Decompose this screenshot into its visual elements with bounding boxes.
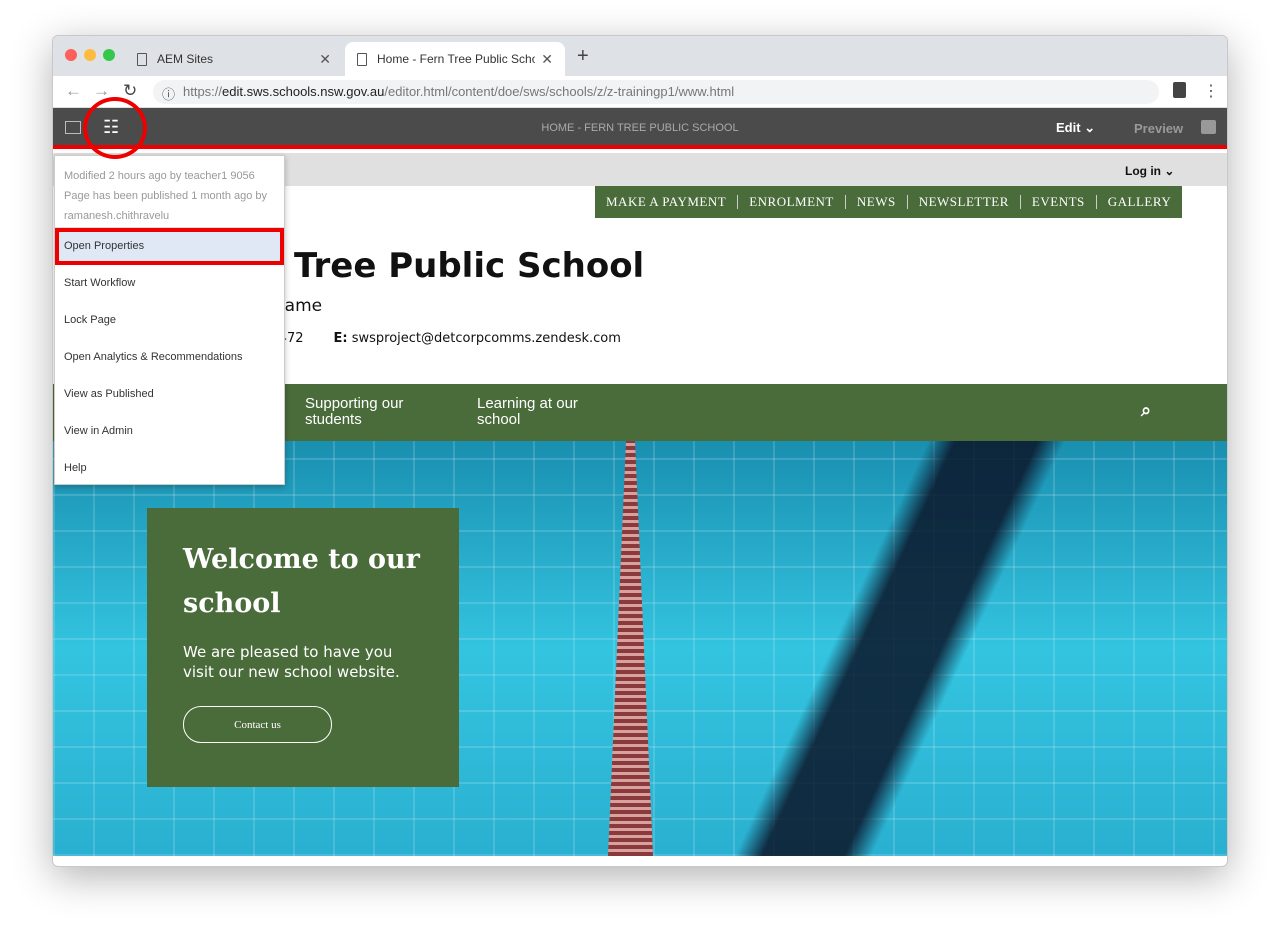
tab-home[interactable]: Home - Fern Tree Public School ✕: [345, 42, 565, 76]
browser-window: AEM Sites ✕ Home - Fern Tree Public Schoo…: [52, 35, 1228, 867]
page-icon: [137, 52, 147, 66]
nav-newsletter[interactable]: NEWSLETTER: [906, 195, 1020, 209]
nav-enrolment[interactable]: ENROLMENT: [737, 195, 845, 209]
info-icon: ⓘ: [162, 87, 176, 102]
edit-mode-dropdown[interactable]: Edit ⌄: [1056, 120, 1095, 136]
menu-help[interactable]: Help: [55, 450, 284, 487]
page-information-menu: Modified 2 hours ago by teacher1 9056 Pag…: [54, 155, 285, 485]
menu-view-in-admin[interactable]: View in Admin: [55, 413, 284, 450]
menu-view-as-published[interactable]: View as Published: [55, 376, 284, 413]
lane-rope: [608, 441, 653, 856]
menu-open-analytics[interactable]: Open Analytics & Recommendations: [55, 339, 284, 376]
nav-make-a-payment[interactable]: MAKE A PAYMENT: [595, 195, 737, 209]
nav-news[interactable]: NEWS: [844, 195, 907, 209]
contact-us-button[interactable]: Contact us: [183, 706, 332, 743]
page-title: HOME - FERN TREE PUBLIC SCHOOL: [541, 122, 739, 134]
close-tab-icon[interactable]: ✕: [541, 51, 553, 68]
aem-toolbar: ☷ HOME - FERN TREE PUBLIC SCHOOL Edit ⌄ …: [53, 108, 1227, 149]
preview-button[interactable]: Preview: [1134, 121, 1183, 136]
highlight-circle: [83, 97, 147, 159]
annotations-icon[interactable]: [1201, 120, 1216, 134]
minimize-window-button[interactable]: [84, 49, 96, 61]
chevron-down-icon: ⌄: [1084, 120, 1096, 135]
search-icon[interactable]: ⌕: [1141, 400, 1151, 421]
welcome-heading: Welcome to our school: [183, 544, 420, 619]
menu-lock-page[interactable]: Lock Page: [55, 302, 284, 339]
address-bar: ← → ↻ ⓘ https://edit.sws.schools.nsw.gov.…: [53, 76, 1227, 108]
close-window-button[interactable]: [65, 49, 77, 61]
nav-supporting-students[interactable]: Supporting our students: [305, 396, 425, 428]
page-status-info: Modified 2 hours ago by teacher1 9056 Pag…: [55, 156, 284, 228]
menu-open-properties[interactable]: Open Properties: [55, 228, 284, 265]
contact-info: 07 472E: swsproject@detcorpcomms.zendesk…: [258, 331, 621, 346]
school-title: n Tree Public School: [258, 246, 645, 286]
welcome-text: We are pleased to have you visit our new…: [183, 643, 400, 681]
email-link[interactable]: swsproject@detcorpcomms.zendesk.com: [352, 331, 621, 346]
nav-learning[interactable]: Learning at our school: [477, 396, 597, 428]
new-tab-button[interactable]: +: [577, 45, 589, 68]
nav-gallery[interactable]: GALLERY: [1095, 195, 1182, 209]
menu-start-workflow[interactable]: Start Workflow: [55, 265, 284, 302]
more-menu-icon[interactable]: ⋮: [1203, 81, 1219, 101]
close-tab-icon[interactable]: ✕: [319, 51, 331, 68]
clipboard-extension-icon[interactable]: [1173, 82, 1186, 98]
tab-aem-sites[interactable]: AEM Sites ✕: [125, 42, 343, 76]
top-nav: MAKE A PAYMENT ENROLMENT NEWS NEWSLETTER…: [595, 186, 1183, 218]
login-dropdown[interactable]: Log in ⌄: [1125, 164, 1174, 178]
page-icon: [357, 52, 367, 66]
tab-bar: AEM Sites ✕ Home - Fern Tree Public Schoo…: [53, 36, 1227, 76]
welcome-box: Welcome to our school We are pleased to …: [147, 508, 459, 787]
url-input[interactable]: ⓘ https://edit.sws.schools.nsw.gov.au/edi…: [153, 80, 1159, 104]
maximize-window-button[interactable]: [103, 49, 115, 61]
nav-events[interactable]: EVENTS: [1019, 195, 1096, 209]
back-icon[interactable]: ←: [65, 81, 82, 101]
